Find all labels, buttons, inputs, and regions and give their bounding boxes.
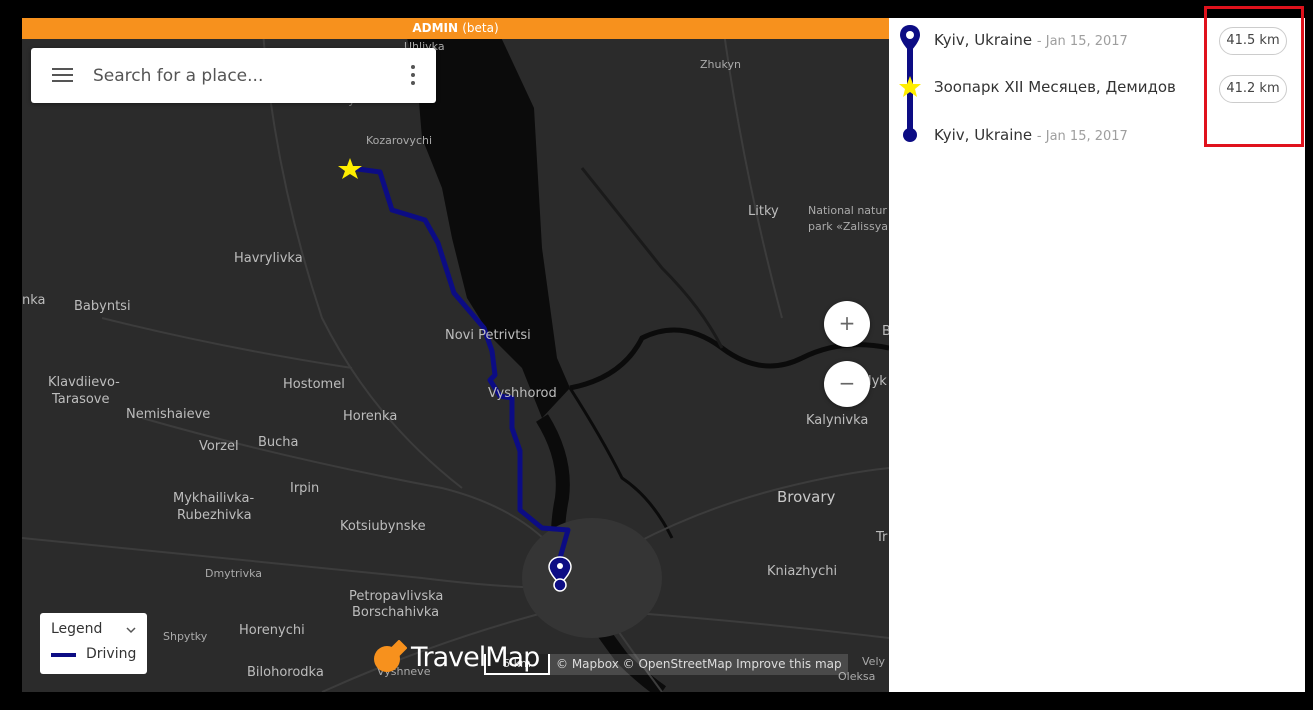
stop-date: - Jan 15, 2017 [1036,34,1128,49]
map-label: Brovary [777,488,836,506]
map-label: Litky [748,204,779,219]
map-label: Bilohorodka [247,665,324,680]
stop-name: Зоопарк XII Месяцев, Демидов [934,78,1176,96]
timeline [899,25,921,142]
map-label: Novi Petrivtsi [445,328,531,343]
map-label: Mykhailivka- [173,491,255,506]
stop-name: Kyiv, Ukraine [934,126,1033,144]
zoom-in-button[interactable]: + [824,301,870,347]
map-label: Havrylivka [234,251,303,266]
app-frame: ADMIN (beta) Uhlivka Dymer Zhukyn Kozaro… [0,0,1313,710]
map-label: nka [22,293,46,308]
map-label: Kozarovychi [366,134,433,147]
admin-label: ADMIN [412,21,459,35]
highlight-box [1204,6,1304,147]
map-label: Kniazhychi [767,564,838,579]
map-label: Babyntsi [74,299,131,314]
search-bar [31,48,436,103]
itinerary-stop[interactable]: Kyiv, Ukraine - Jan 15, 2017 [934,31,1128,53]
itinerary-stop[interactable]: Зоопарк XII Месяцев, Демидов [934,78,1176,100]
map-label: Zhukyn [700,58,741,71]
map-label: Nemishaieve [126,407,211,422]
map-label: B [882,324,889,339]
map-label: lyk [868,374,887,389]
legend-mode-label: Driving [86,646,137,662]
map-label: Rubezhivka [177,508,252,523]
beta-label: (beta) [462,21,499,35]
map-label: Tr [876,530,888,545]
logo-icon [374,640,407,672]
map-label: Irpin [290,481,320,496]
map-label: Dmytrivka [205,567,263,580]
legend-title: Legend [51,621,103,637]
more-options-icon[interactable] [410,65,416,85]
pin-icon [900,25,920,52]
map-label: Kotsiubynske [340,519,426,534]
map-label: Shpytky [163,630,208,643]
map-label: Horenychi [239,623,305,638]
map-label: Bucha [258,435,299,450]
map-label: Klavdiievo- [48,375,120,390]
admin-banner: ADMIN (beta) [22,18,889,39]
map-label: National natur [808,204,887,217]
chevron-down-icon[interactable] [125,624,137,636]
map-view[interactable]: ADMIN (beta) Uhlivka Dymer Zhukyn Kozaro… [22,18,889,692]
map-label: Vorzel [199,439,239,454]
map-label: Tarasove [52,392,110,407]
map-attribution[interactable]: © Mapbox © OpenStreetMap Improve this ma… [550,654,848,675]
itinerary-stop[interactable]: Kyiv, Ukraine - Jan 15, 2017 [934,126,1128,148]
map-label: Borschahivka [352,605,440,620]
map-label: Vyshhorod [488,386,557,401]
map-label: Horenka [343,409,398,424]
search-input[interactable] [93,60,393,92]
map-label: Kalynivka [806,413,869,428]
map-label: Hostomel [283,377,345,392]
route-swatch [51,653,76,657]
logo-text: TravelMap [411,642,540,673]
dot-icon [903,128,917,142]
stop-date: - Jan 15, 2017 [1036,129,1128,144]
map-label: Vely [862,655,886,668]
zoom-out-button[interactable]: − [824,361,870,407]
map-canvas[interactable] [22,18,889,692]
menu-icon[interactable] [52,68,73,83]
legend-panel[interactable]: Legend Driving [40,613,147,674]
stop-name: Kyiv, Ukraine [934,31,1033,49]
map-label: Petropavlivska [349,589,444,604]
map-label: park «Zalissya [808,220,888,233]
